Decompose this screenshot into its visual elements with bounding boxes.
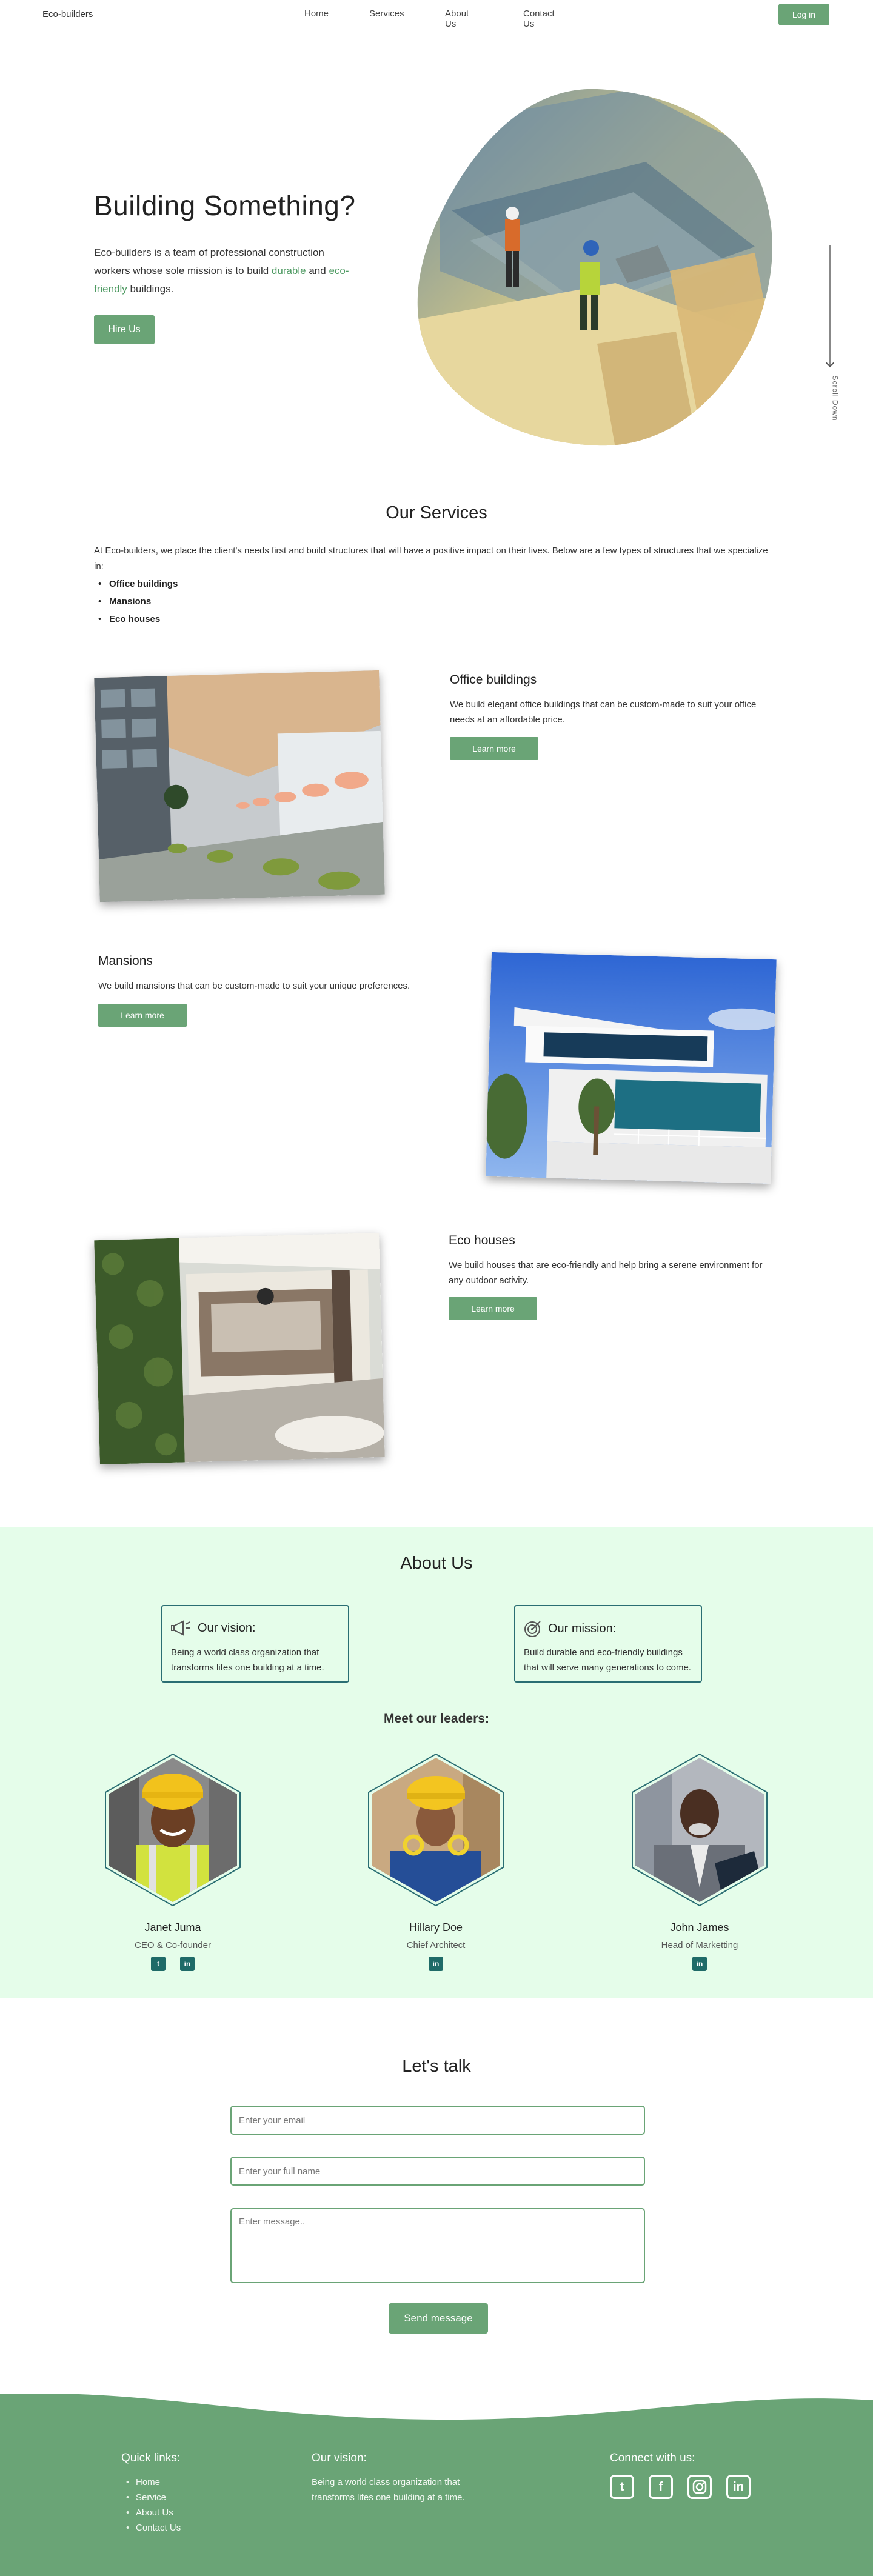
mission-card: Our mission: Build durable and eco-frien… — [514, 1605, 702, 1683]
arrow-down-icon[interactable] — [825, 358, 835, 368]
service-desc-mansions: We build mansions that can be custom-mad… — [98, 981, 410, 991]
footer-vision: Our vision: Being a world class organiza… — [312, 2452, 493, 2505]
contact-title: Let's talk — [402, 2057, 471, 2076]
eco-house-image — [94, 1232, 385, 1465]
vision-header: Our vision: — [171, 1620, 256, 1637]
office-building-image — [94, 670, 385, 903]
message-field[interactable] — [230, 2208, 645, 2283]
leader-card: Janet Juma CEO & Co-founder t in — [100, 1753, 246, 1971]
hero-text-part: and — [306, 265, 329, 276]
footer-social-icons: t f in — [610, 2475, 751, 2499]
hero-text-part: buildings. — [127, 283, 174, 295]
service-title-office: Office buildings — [450, 673, 537, 687]
leader-social-links: in — [363, 1957, 509, 1971]
instagram-icon[interactable] — [687, 2475, 712, 2499]
leader-card: Hillary Doe Chief Architect in — [363, 1753, 509, 1971]
leader-role: Head of Marketting — [661, 1940, 738, 1950]
nav-home-link[interactable]: Home — [304, 8, 329, 19]
facebook-icon[interactable]: f — [649, 2475, 673, 2499]
leader-name: Hillary Doe — [409, 1921, 463, 1934]
hero-description: Eco-builders is a team of professional c… — [94, 244, 361, 298]
learn-more-office-button[interactable]: Learn more — [450, 737, 538, 760]
linkedin-icon[interactable]: in — [180, 1957, 195, 1971]
services-list: Office buildings Mansions Eco houses — [98, 575, 178, 628]
footer-link-about[interactable]: About Us — [126, 2505, 181, 2520]
footer-connect: Connect with us: t f in — [610, 2452, 751, 2499]
leader-role: Chief Architect — [406, 1940, 466, 1950]
footer-quick-links-title: Quick links: — [121, 2452, 181, 2464]
mission-header: Our mission: — [524, 1620, 616, 1638]
leader-social-links: t in — [100, 1957, 246, 1971]
hero-title: Building Something? — [94, 190, 356, 221]
send-message-button[interactable]: Send message — [389, 2303, 488, 2334]
full-name-field[interactable] — [230, 2157, 645, 2186]
login-button[interactable]: Log in — [778, 4, 829, 25]
footer-connect-title: Connect with us: — [610, 2452, 695, 2464]
about-title: About Us — [400, 1553, 473, 1573]
footer-link-service[interactable]: Service — [126, 2490, 181, 2505]
target-icon — [524, 1621, 541, 1637]
services-intro: At Eco-builders, we place the client's n… — [94, 546, 768, 572]
services-title: Our Services — [386, 503, 487, 522]
hero-construction-image — [417, 89, 772, 446]
leaders-title: Meet our leaders: — [384, 1712, 489, 1726]
linkedin-icon[interactable]: in — [726, 2475, 751, 2499]
email-field[interactable] — [230, 2106, 645, 2135]
vision-card: Our vision: Being a world class organiza… — [161, 1605, 349, 1683]
twitter-icon[interactable]: t — [610, 2475, 634, 2499]
leader-photo-hillary — [366, 1753, 506, 1907]
footer-quick-links: Quick links: Home Service About Us Conta… — [121, 2452, 181, 2535]
nav-services-link[interactable]: Services — [369, 8, 404, 19]
service-desc-office: We build elegant office buildings that c… — [450, 699, 757, 725]
hire-us-button[interactable]: Hire Us — [94, 315, 155, 344]
leader-photo-john — [630, 1753, 769, 1907]
list-item: Mansions — [98, 593, 178, 610]
megaphone-icon — [171, 1620, 190, 1636]
mission-title: Our mission: — [548, 1621, 617, 1635]
service-title-mansions: Mansions — [98, 954, 153, 968]
leader-photo-janet — [103, 1753, 242, 1907]
mission-text: Build durable and eco-friendly buildings… — [524, 1647, 691, 1673]
twitter-icon[interactable]: t — [151, 1957, 166, 1971]
footer-vision-title: Our vision: — [312, 2452, 367, 2464]
leader-card: John James Head of Marketting in — [627, 1753, 772, 1971]
leader-name: John James — [670, 1921, 729, 1934]
vision-text: Being a world class organization that tr… — [171, 1647, 324, 1673]
footer-vision-text: Being a world class organization that tr… — [312, 2477, 465, 2503]
leader-role: CEO & Co-founder — [135, 1940, 211, 1950]
nav-contact-link[interactable]: Contact Us — [523, 8, 555, 29]
vision-title: Our vision: — [198, 1621, 256, 1635]
leader-name: Janet Juma — [144, 1921, 201, 1934]
leader-social-links: in — [627, 1957, 772, 1971]
footer-link-contact[interactable]: Contact Us — [126, 2520, 181, 2535]
service-desc-eco-houses: We build houses that are eco-friendly an… — [449, 1260, 763, 1286]
scroll-indicator-line — [829, 245, 831, 366]
service-title-eco-houses: Eco houses — [449, 1233, 515, 1247]
brand-logo[interactable]: Eco-builders — [42, 9, 93, 19]
hero-highlight-durable: durable — [271, 265, 306, 276]
list-item: Eco houses — [98, 610, 178, 628]
learn-more-eco-houses-button[interactable]: Learn more — [449, 1297, 537, 1320]
list-item: Office buildings — [98, 575, 178, 593]
learn-more-mansions-button[interactable]: Learn more — [98, 1004, 187, 1027]
top-navbar: Eco-builders Home Services About Us Cont… — [0, 0, 873, 29]
mansion-image — [486, 952, 777, 1184]
linkedin-icon[interactable]: in — [692, 1957, 707, 1971]
footer-links-list: Home Service About Us Contact Us — [126, 2475, 181, 2535]
linkedin-icon[interactable]: in — [429, 1957, 443, 1971]
nav-about-link[interactable]: About Us — [445, 8, 469, 29]
scroll-down-label[interactable]: Scroll Down — [831, 375, 840, 421]
footer-link-home[interactable]: Home — [126, 2475, 181, 2490]
